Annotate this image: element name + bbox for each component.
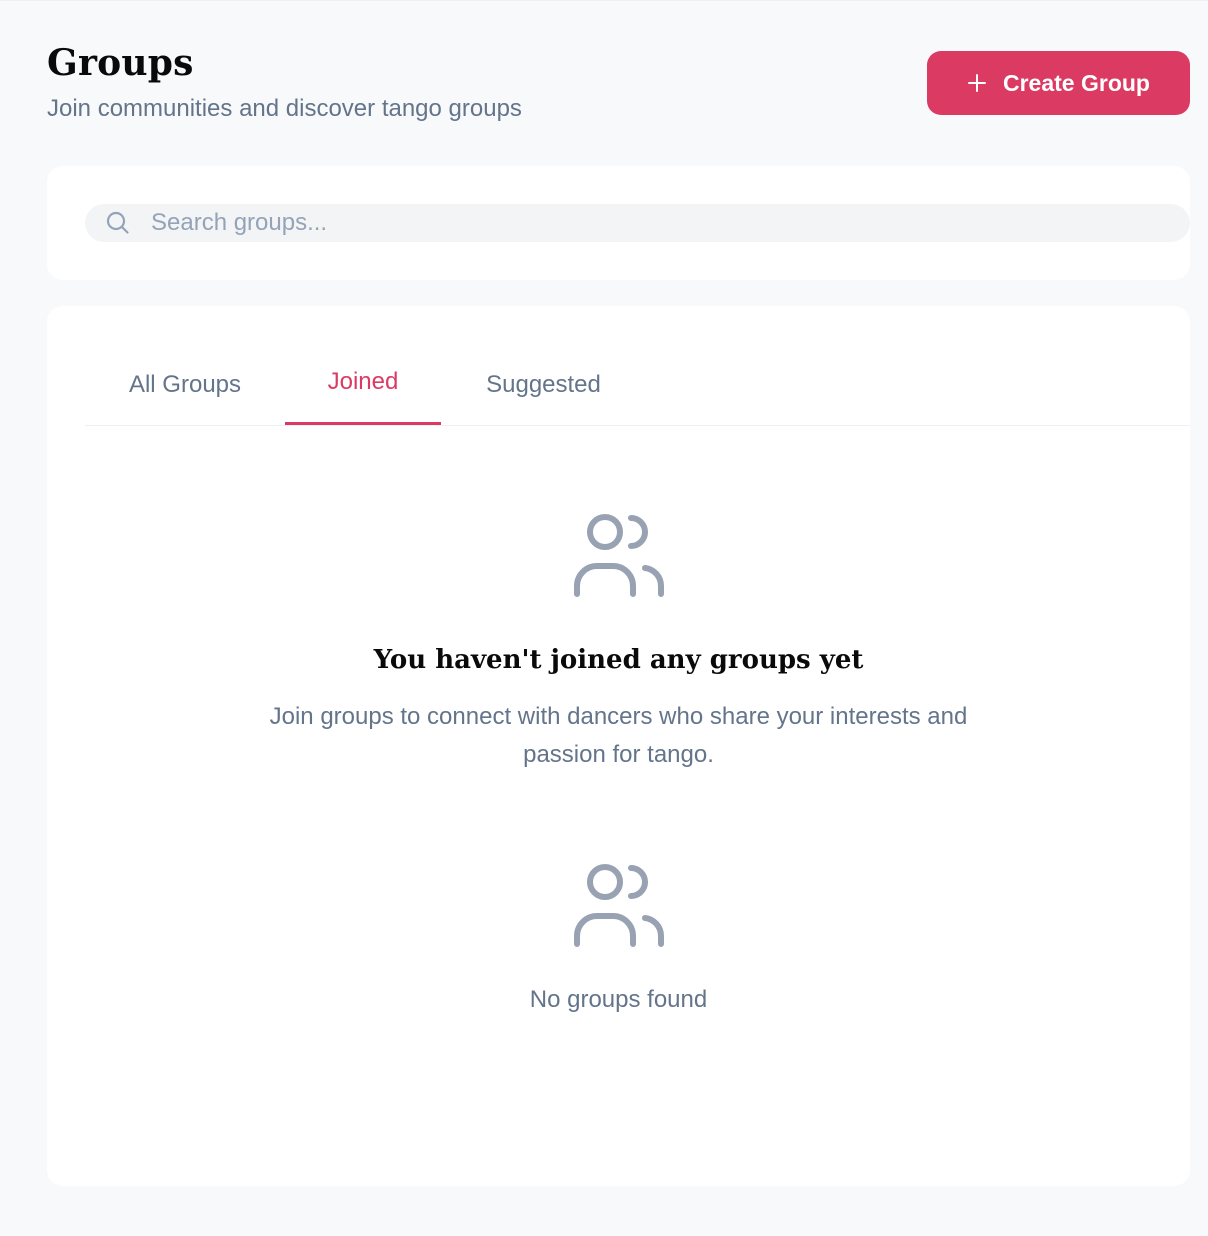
page-title: Groups [47,42,194,84]
plus-icon [968,74,986,92]
no-results-text: No groups found [529,986,708,1013]
tab-all-groups[interactable]: All Groups [85,344,285,425]
no-results: No groups found [47,856,1190,1016]
tab-joined[interactable]: Joined [285,344,441,425]
create-group-label: Create Group [1003,69,1150,96]
groups-page: Groups Join communities and discover tan… [0,0,1208,1236]
search-icon [106,211,129,234]
search-input[interactable] [149,208,1153,238]
users-icon [573,864,664,947]
page-subtitle: Join communities and discover tango grou… [47,95,522,122]
create-group-button[interactable]: Create Group [927,51,1190,115]
tab-suggested[interactable]: Suggested [441,344,646,425]
group-tabs: All Groups Joined Suggested [85,344,1190,426]
empty-state-description: Join groups to connect with dancers who … [269,703,968,768]
users-icon [573,514,664,597]
empty-state: You haven't joined any groups yet Join g… [47,506,1190,774]
empty-state-title: You haven't joined any groups yet [373,645,864,675]
search-card [47,166,1190,280]
search-bar[interactable] [85,204,1190,242]
groups-card: All Groups Joined Suggested You haven't … [47,306,1190,1186]
